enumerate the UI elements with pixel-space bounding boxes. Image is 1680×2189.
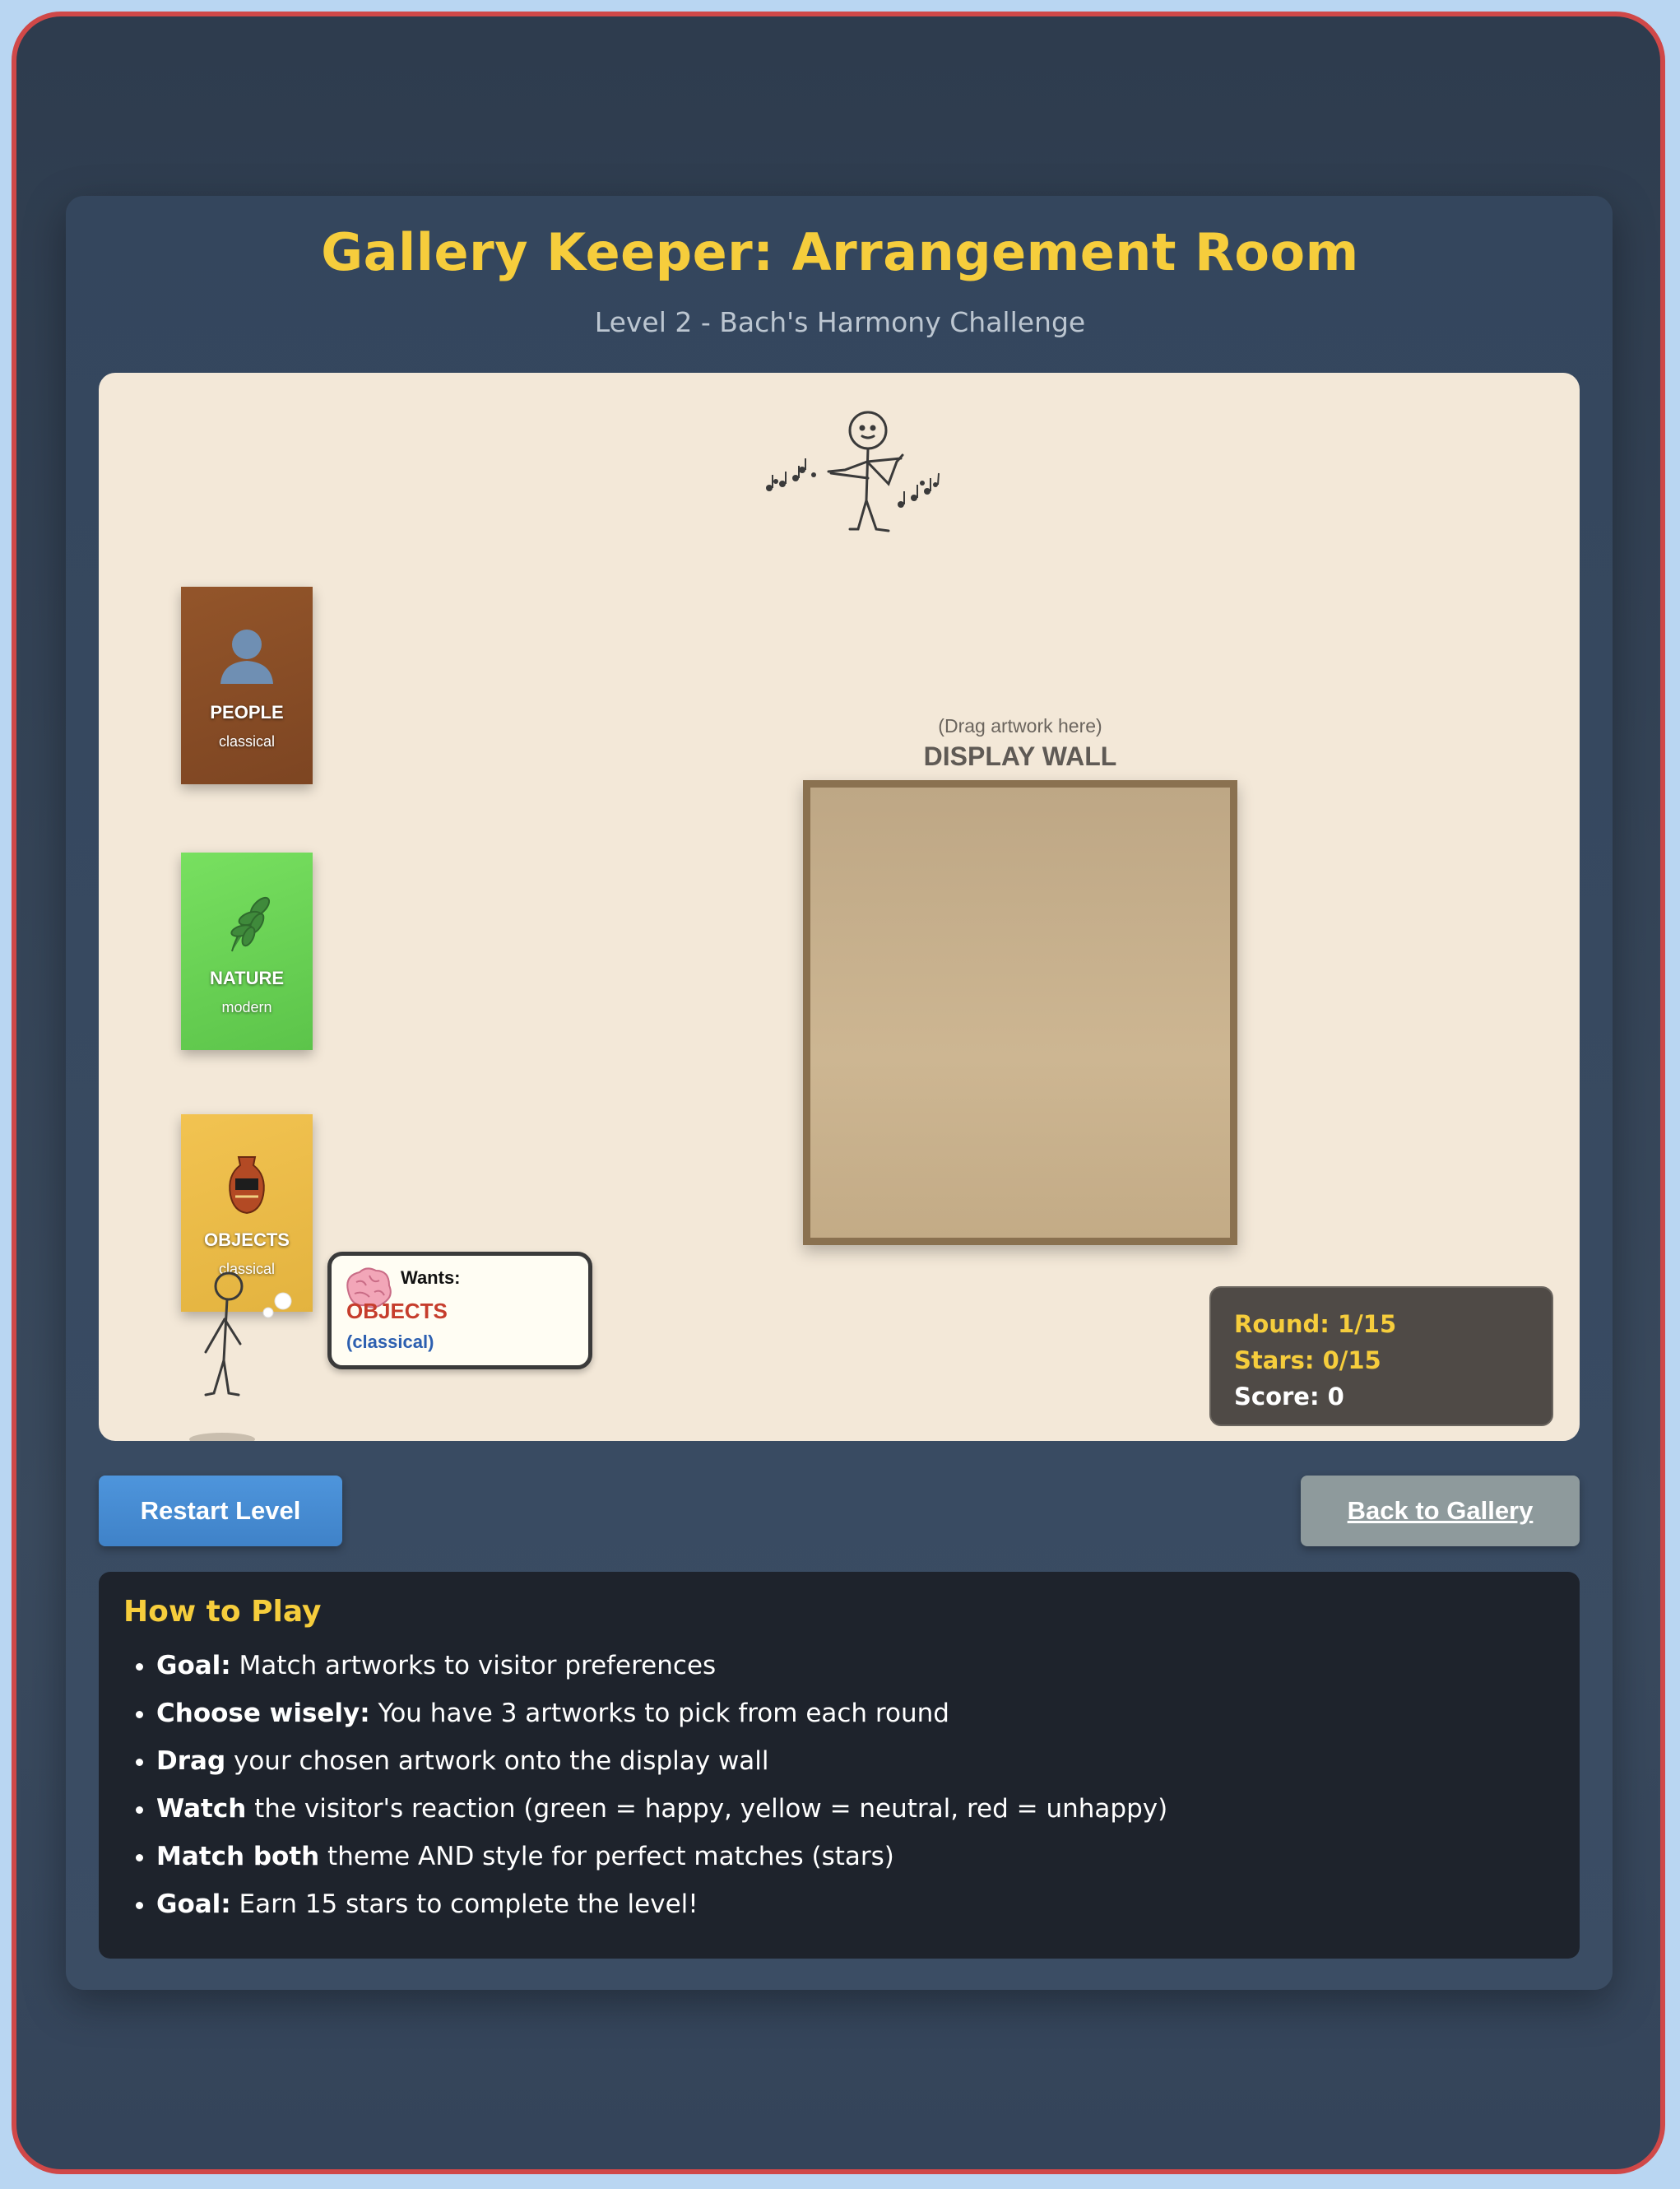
leaf-icon (230, 896, 271, 952)
level-subtitle: Level 2 - Bach's Harmony Challenge (594, 306, 1086, 338)
round-counter: Round: 1/15 (1234, 1310, 1397, 1338)
instruction-keyword: Watch (156, 1794, 247, 1824)
restart-level-button[interactable]: Restart Level (99, 1476, 342, 1546)
instruction-text: the visitor's reaction (green = happy, y… (246, 1794, 1168, 1824)
instruction-keyword: Match both (156, 1842, 320, 1871)
visitor-wants-bubble: Wants: OBJECTS (classical) (327, 1252, 592, 1369)
instruction-keyword: Drag (156, 1746, 226, 1776)
list-item: Match both theme AND style for perfect m… (156, 1833, 1555, 1880)
vase-icon (229, 1156, 265, 1215)
instruction-keyword: Goal: (156, 1889, 231, 1919)
list-item: Goal: Match artworks to visitor preferen… (156, 1642, 1555, 1689)
thought-dots-icon (262, 1292, 292, 1318)
instruction-text: theme AND style for perfect matches (sta… (319, 1842, 894, 1871)
artwork-style: modern (221, 999, 272, 1015)
artwork-card-nature[interactable]: NATURE modern (181, 853, 313, 1050)
list-item: Watch the visitor's reaction (green = ha… (156, 1785, 1555, 1833)
person-icon (220, 630, 273, 684)
how-to-play-panel: How to Play Goal: Match artworks to visi… (99, 1572, 1580, 1959)
back-to-gallery-button[interactable]: Back to Gallery (1301, 1476, 1580, 1546)
instruction-keyword: Goal: (156, 1651, 231, 1680)
artwork-style: classical (218, 733, 276, 750)
instruction-text: Earn 15 stars to complete the level! (230, 1889, 698, 1919)
arrangement-room: PEOPLE classical NATURE modern OBJECTS c… (99, 373, 1580, 1441)
display-wall-dropzone[interactable] (803, 780, 1237, 1245)
instruction-keyword: Choose wisely: (156, 1699, 370, 1728)
artwork-theme: OBJECTS (204, 1229, 290, 1250)
list-item: Drag your chosen artwork onto the displa… (156, 1737, 1555, 1785)
instruction-text: your chosen artwork onto the display wal… (225, 1746, 769, 1776)
wanted-theme: OBJECTS (346, 1299, 448, 1323)
violinist-icon (766, 411, 940, 532)
list-item: Goal: Earn 15 stars to complete the leve… (156, 1880, 1555, 1928)
page-title: Gallery Keeper: Arrangement Room (321, 222, 1359, 282)
visitor-stick-figure-icon (189, 1271, 255, 1441)
status-panel: Round: 1/15 Stars: 0/15 Score: 0 (1209, 1286, 1553, 1426)
instruction-text: Match artworks to visitor preferences (230, 1651, 717, 1680)
artwork-theme: NATURE (209, 968, 285, 988)
artwork-theme: PEOPLE (210, 702, 284, 723)
list-item: Choose wisely: You have 3 artworks to pi… (156, 1689, 1555, 1737)
artwork-card-people[interactable]: PEOPLE classical (181, 587, 313, 784)
score-counter: Score: 0 (1234, 1383, 1344, 1411)
how-to-play-list: Goal: Match artworks to visitor preferen… (123, 1642, 1555, 1928)
display-wall-label: DISPLAY WALL (923, 741, 1117, 771)
display-wall-hint: (Drag artwork here) (938, 715, 1102, 737)
how-to-play-title: How to Play (123, 1595, 322, 1629)
instruction-text: You have 3 artworks to pick from each ro… (369, 1699, 949, 1728)
stars-counter: Stars: 0/15 (1234, 1346, 1381, 1374)
wanted-style: (classical) (346, 1332, 434, 1352)
wants-label: Wants: (401, 1267, 461, 1288)
